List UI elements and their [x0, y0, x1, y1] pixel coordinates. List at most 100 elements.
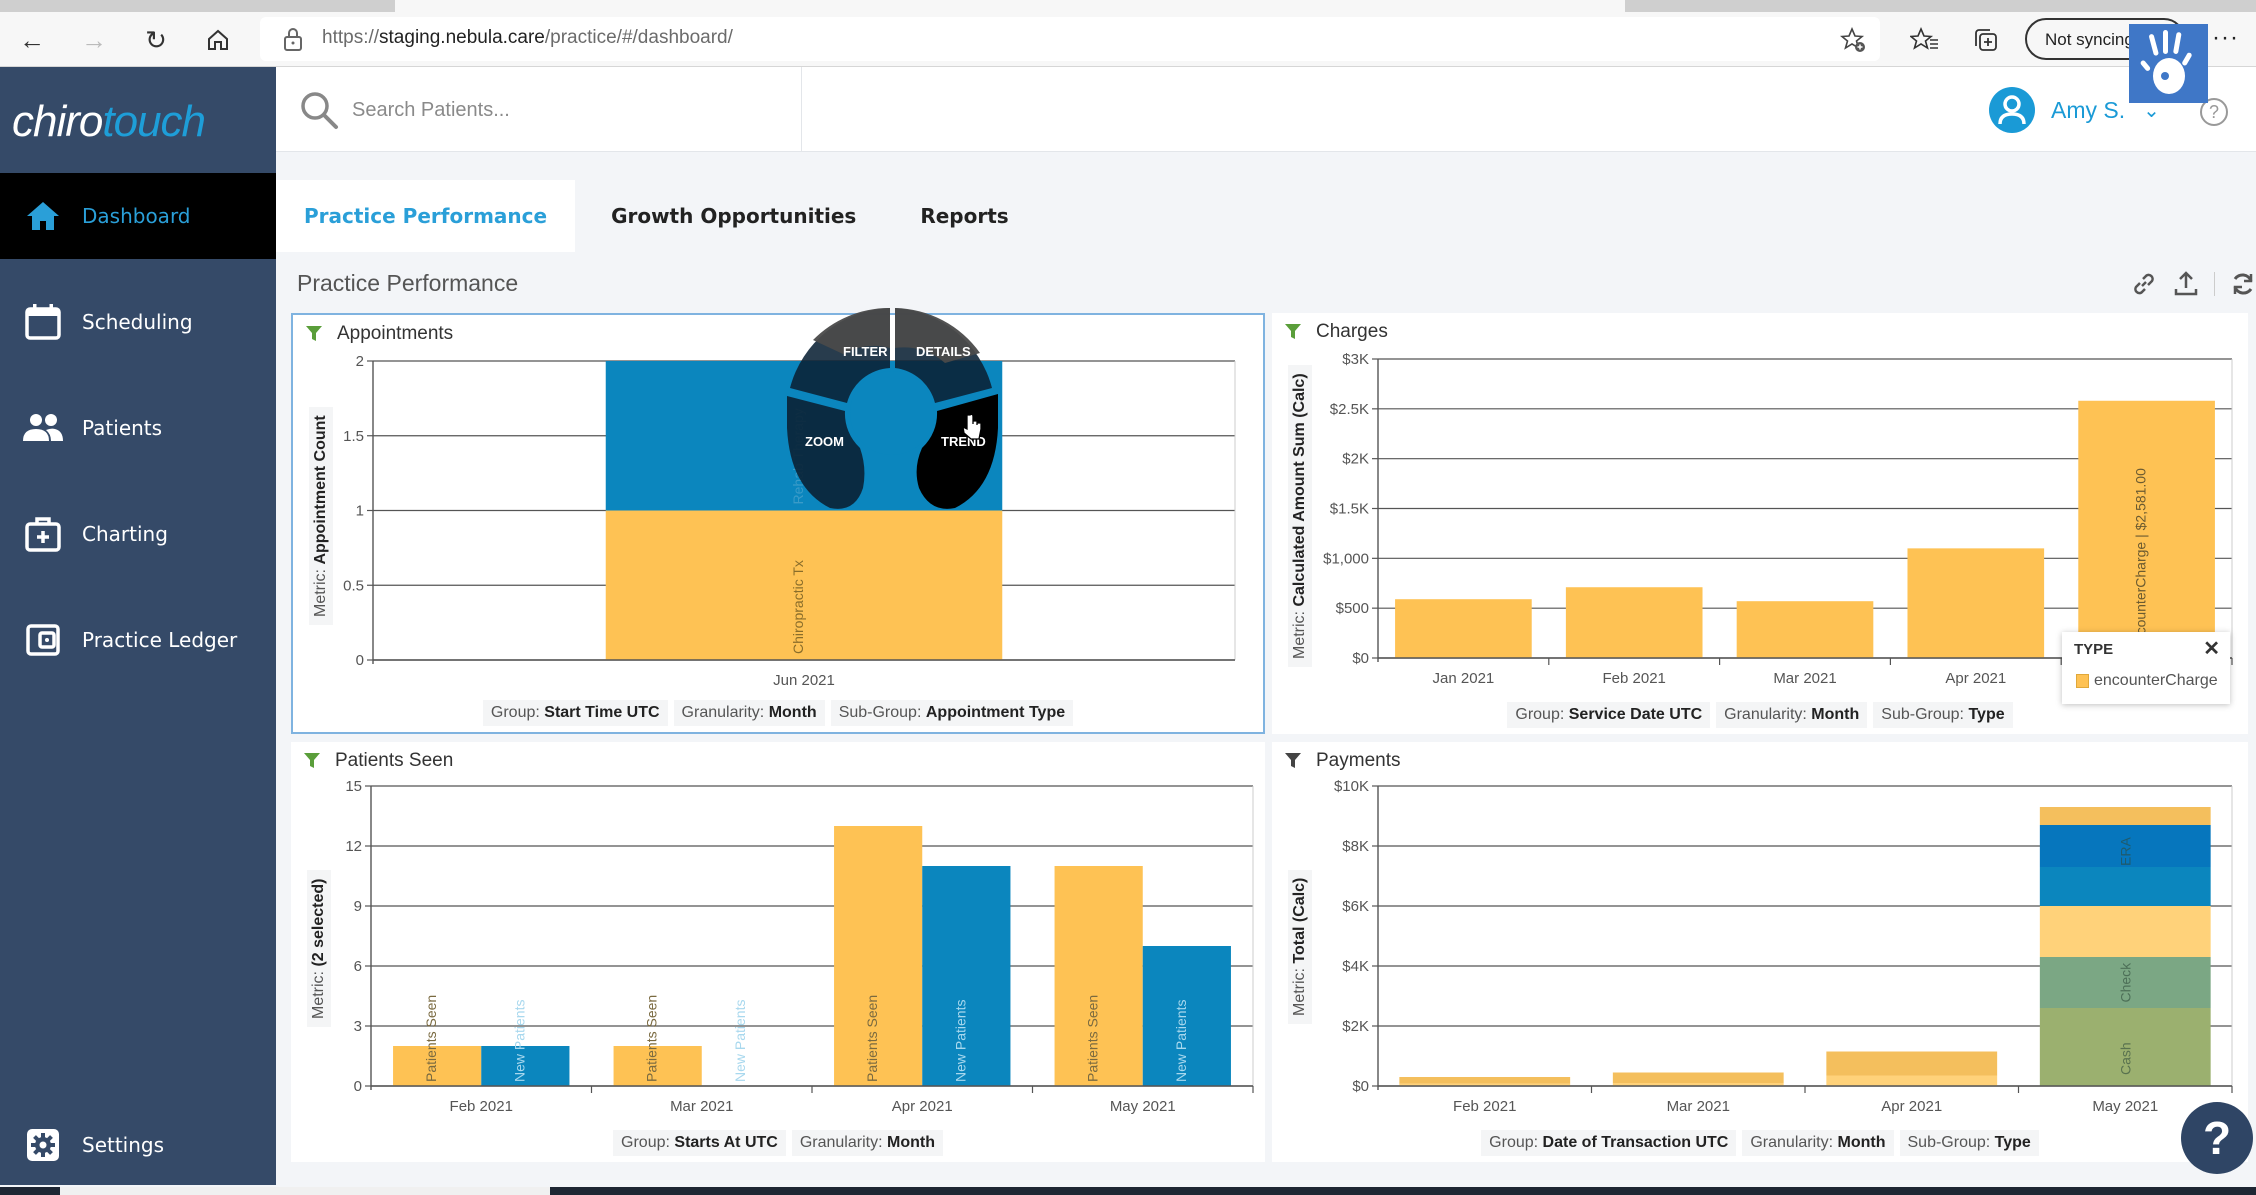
filter-icon[interactable] — [305, 325, 323, 343]
more-menu-icon[interactable]: ··· — [2212, 24, 2239, 52]
chart-settings-bar: Group: Date of Transaction UTC Granularit… — [1272, 1130, 2248, 1156]
bar-data-label: Patients Seen — [644, 995, 660, 1082]
bar-segment-other-yellow-[interactable] — [1612, 1072, 1784, 1084]
x-tick-label: May 2021 — [2092, 1098, 2158, 1115]
bar-segment-other-yellow-[interactable] — [2039, 807, 2211, 825]
reload-icon[interactable]: ↻ — [138, 22, 174, 58]
address-bar[interactable]: https://staging.nebula.care/practice/#/d… — [260, 17, 1880, 61]
collections-icon[interactable] — [1972, 26, 2002, 56]
x-tick-label: Jun 2021 — [773, 672, 835, 689]
sidebar-item-settings[interactable]: Settings — [0, 1102, 276, 1188]
bar-segment-encountercharge[interactable] — [1395, 599, 1532, 658]
y-tick-label: 2 — [356, 353, 364, 370]
export-icon[interactable] — [2172, 270, 2200, 298]
chirotouch-logo[interactable]: chirotouch — [12, 97, 206, 147]
bar-segment-other-blue-[interactable] — [2039, 867, 2211, 906]
sidebar-item-label: Scheduling — [82, 310, 193, 334]
filter-icon[interactable] — [1284, 752, 1302, 770]
metric-axis-label[interactable]: Metric: Appointment Count — [309, 407, 333, 625]
taskbar-item[interactable] — [60, 1187, 550, 1195]
metric-axis-label[interactable]: Metric: Total (Calc) — [1288, 869, 1312, 1024]
chart-setting-chip[interactable]: Group: Service Date UTC — [1507, 702, 1711, 728]
bar-data-label: Patients Seen — [423, 995, 439, 1082]
legend-item-encountercharge[interactable]: encounterCharge — [2076, 672, 2218, 690]
forward-icon[interactable]: → — [76, 22, 112, 58]
search-patients-input[interactable] — [352, 93, 752, 127]
sidebar-item-charting[interactable]: Charting — [0, 491, 276, 577]
home-browser-icon[interactable] — [200, 22, 236, 58]
x-tick-label: Feb 2021 — [450, 1098, 513, 1115]
bar-segment-other-yellow-[interactable] — [1826, 1051, 1998, 1076]
chart-setting-chip[interactable]: Sub-Group: Type — [1899, 1130, 2039, 1156]
favorites-icon[interactable] — [1910, 26, 1940, 56]
y-tick-label: $0 — [1352, 1078, 1369, 1095]
avatar-icon — [1989, 87, 2035, 133]
bar-segment-encountercharge[interactable] — [1565, 587, 1703, 658]
bar-segment-encountercharge[interactable] — [1736, 601, 1874, 658]
chip-key: Group: — [621, 1134, 670, 1151]
add-favorite-icon[interactable] — [1840, 27, 1866, 53]
y-tick-label: $10K — [1334, 778, 1369, 795]
chart-setting-chip[interactable]: Granularity: Month — [673, 700, 825, 726]
chart-setting-chip[interactable]: Granularity: Month — [791, 1130, 943, 1156]
y-tick-label: $1.5K — [1330, 501, 1369, 518]
chart-card-appointments[interactable]: 00.511.52Jun 2021Chiropractic TxRehab Th… — [291, 313, 1265, 734]
refresh-icon[interactable] — [2229, 270, 2256, 298]
tab-practice-performance[interactable]: Practice Performance — [276, 180, 576, 252]
segment-label: ERA — [2117, 837, 2133, 866]
chart-title: Patients Seen — [303, 750, 453, 772]
metric-name: Total (Calc) — [1291, 877, 1308, 964]
chip-key: Granularity: — [1724, 706, 1807, 723]
x-tick-label: Feb 2021 — [1603, 670, 1666, 687]
y-tick-label: 1.5 — [343, 428, 364, 445]
tab-growth-opportunities[interactable]: Growth Opportunities — [583, 180, 884, 252]
bar-segment-other-light-[interactable] — [1826, 1075, 1998, 1087]
help-fab-button[interactable]: ? — [2181, 1102, 2253, 1174]
chart-card-patients-seen[interactable]: 0 3 6 9 12 15 Feb 2021 Mar 2021 Apr 2021 May 2021… — [291, 742, 1265, 1162]
bar-segment-other-light-[interactable] — [2039, 906, 2211, 957]
y-tick-label: 12 — [345, 838, 362, 855]
sidebar-item-practice-ledger[interactable]: Practice Ledger — [0, 597, 276, 683]
taskbar — [0, 1187, 2256, 1195]
chip-value: Type — [1968, 706, 2005, 723]
chart-settings-bar: Group: Starts At UTC Granularity: Month — [291, 1130, 1265, 1156]
toolbar-divider — [2214, 272, 2215, 296]
x-tick-label: Apr 2021 — [892, 1098, 953, 1115]
y-tick-label: 0 — [356, 652, 364, 669]
tab-reports[interactable]: Reports — [892, 180, 1036, 252]
filter-icon[interactable] — [1284, 323, 1302, 341]
radial-center[interactable] — [850, 371, 934, 455]
hand-overlay-icon — [2129, 24, 2208, 103]
chart-setting-chip[interactable]: Sub-Group: Type — [1873, 702, 2013, 728]
chip-key: Sub-Group: — [1907, 1134, 1991, 1151]
filter-icon[interactable] — [303, 752, 321, 770]
bar-segment-other-yellow-[interactable] — [1399, 1077, 1571, 1084]
x-tick-label: Mar 2021 — [1773, 670, 1836, 687]
back-icon[interactable]: ← — [14, 22, 50, 58]
sidebar-item-dashboard[interactable]: Dashboard — [0, 173, 276, 259]
metric-axis-label[interactable]: Metric: (2 selected) — [307, 870, 331, 1027]
chart-setting-chip[interactable]: Group: Starts At UTC — [613, 1130, 786, 1156]
chart-setting-chip[interactable]: Sub-Group: Appointment Type — [830, 700, 1074, 726]
metric-axis-label[interactable]: Metric: Calculated Amount Sum (Calc) — [1288, 365, 1312, 667]
chart-title: Appointments — [305, 323, 453, 345]
users-icon — [22, 407, 64, 449]
chart-setting-chip[interactable]: Granularity: Month — [1716, 702, 1868, 728]
chart-card-payments[interactable]: $0 $2K $4K $6K $8K $10K Feb 2021 Mar 2021 Apr 20… — [1272, 742, 2248, 1162]
bar-segment-encountercharge[interactable] — [1907, 548, 2045, 658]
bar-data-label: New Patients — [511, 1000, 527, 1082]
calendar-icon — [22, 301, 64, 343]
link-icon[interactable] — [2130, 270, 2158, 298]
chart-setting-chip[interactable]: Group: Start Time UTC — [482, 700, 668, 726]
chart-setting-chip[interactable]: Group: Date of Transaction UTC — [1481, 1130, 1737, 1156]
chip-value: Type — [1994, 1134, 2031, 1151]
chip-value: Appointment Type — [925, 704, 1066, 721]
close-icon[interactable]: ✕ — [2203, 636, 2220, 661]
segment-label: Check — [2117, 962, 2133, 1003]
sidebar-item-patients[interactable]: Patients — [0, 385, 276, 471]
legend-item-label: encounterCharge — [2094, 672, 2218, 689]
sidebar-item-scheduling[interactable]: Scheduling — [0, 279, 276, 365]
chart-setting-chip[interactable]: Granularity: Month — [1742, 1130, 1894, 1156]
browser-tab-active[interactable] — [395, 0, 1625, 12]
chart-title-text: Charges — [1316, 321, 1388, 342]
